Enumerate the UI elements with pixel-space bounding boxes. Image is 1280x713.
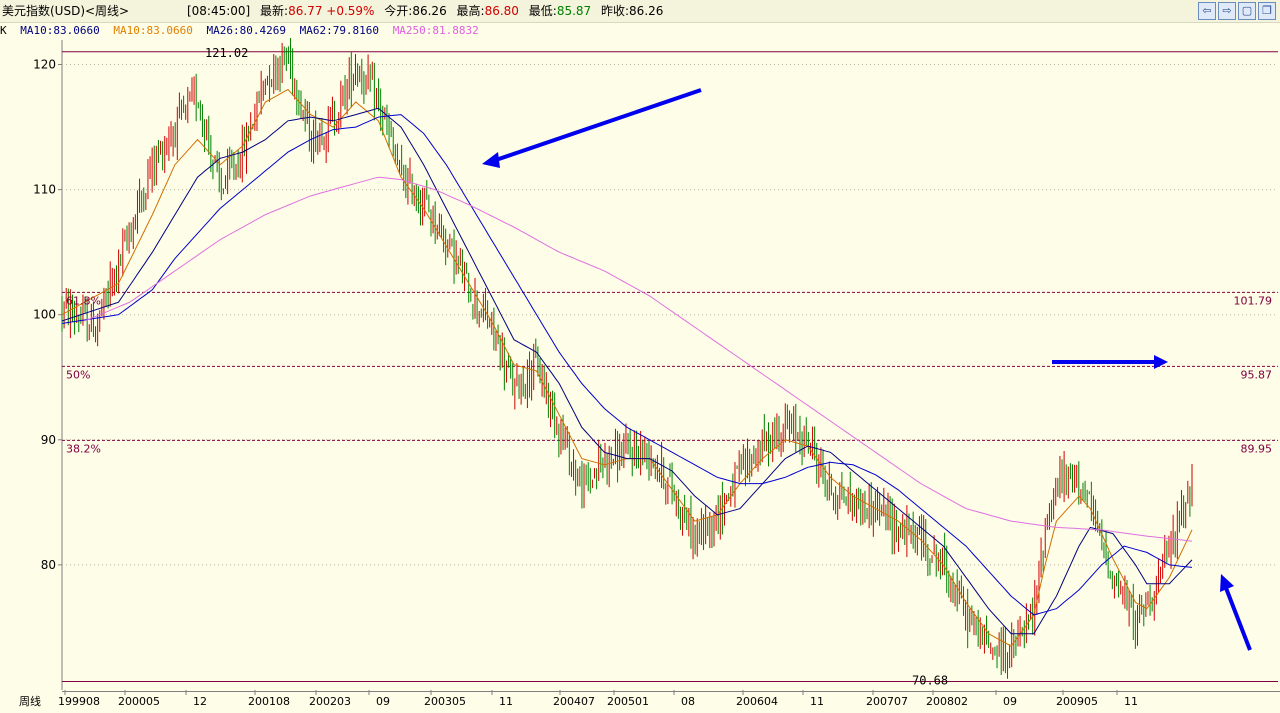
x-tick-label: 12	[193, 695, 207, 708]
arrow-down-left-head-icon	[482, 152, 500, 168]
x-tick-label: 200305	[424, 695, 466, 708]
x-tick-label: 200802	[926, 695, 968, 708]
ma26-line	[61, 107, 1193, 635]
fib-left-label: 50%	[66, 368, 90, 381]
x-tick-label: 200501	[607, 695, 649, 708]
x-tick-label: 08	[681, 695, 695, 708]
x-tick-label: 11	[499, 695, 513, 708]
candle-layer	[61, 38, 1193, 679]
x-tick-label: 周线	[19, 694, 41, 708]
quote-chart-window: 美元指数(USD)<周线> [08:45:00] 最新:86.77 +0.59%…	[0, 0, 1280, 713]
ma10-line	[61, 88, 1193, 647]
ma-layer	[61, 88, 1193, 647]
fib-right-label: 89.95	[1241, 442, 1273, 455]
y-tick-label: 110	[33, 183, 56, 197]
x-tick-label: 11	[1124, 695, 1138, 708]
arrow-down-left-icon	[489, 88, 702, 164]
label-layer: 80 90 100 110 120 121.02 70.68 61.8% 101.79 50% 95…	[19, 46, 1272, 708]
grid-layer	[58, 40, 1278, 695]
y-tick-label: 90	[41, 433, 56, 447]
arrow-up-icon	[1224, 587, 1252, 651]
fib-left-label: 61.8%	[66, 294, 101, 307]
x-tick-label: 200203	[309, 695, 351, 708]
x-tick-label: 11	[810, 695, 824, 708]
y-tick-label: 80	[41, 558, 56, 572]
fib-right-label: 95.87	[1241, 368, 1273, 381]
fib-left-label: 38.2%	[66, 442, 101, 455]
trough-label: 70.68	[912, 673, 948, 687]
candlestick-chart[interactable]: 80 90 100 110 120 121.02 70.68 61.8% 101.79 50% 95…	[0, 0, 1280, 713]
arrow-layer	[482, 88, 1252, 651]
x-axis-line	[62, 691, 1280, 692]
x-tick-label: 200905	[1056, 695, 1098, 708]
fib-right-label: 101.79	[1234, 294, 1273, 307]
peak-label: 121.02	[205, 46, 248, 60]
x-tick-label: 09	[376, 695, 390, 708]
x-tick-label: 200005	[118, 695, 160, 708]
x-tick-label: 199908	[58, 695, 100, 708]
x-tick-label: 200604	[736, 695, 778, 708]
x-tick-label: 200108	[248, 695, 290, 708]
x-tick-label: 200707	[866, 695, 908, 708]
x-tick-label: 09	[1003, 695, 1017, 708]
ma250-line	[84, 176, 1193, 542]
x-tick-label: 200407	[553, 695, 595, 708]
y-tick-label: 100	[33, 308, 56, 322]
arrow-right-head-icon	[1154, 355, 1168, 369]
y-tick-label: 120	[33, 58, 56, 72]
